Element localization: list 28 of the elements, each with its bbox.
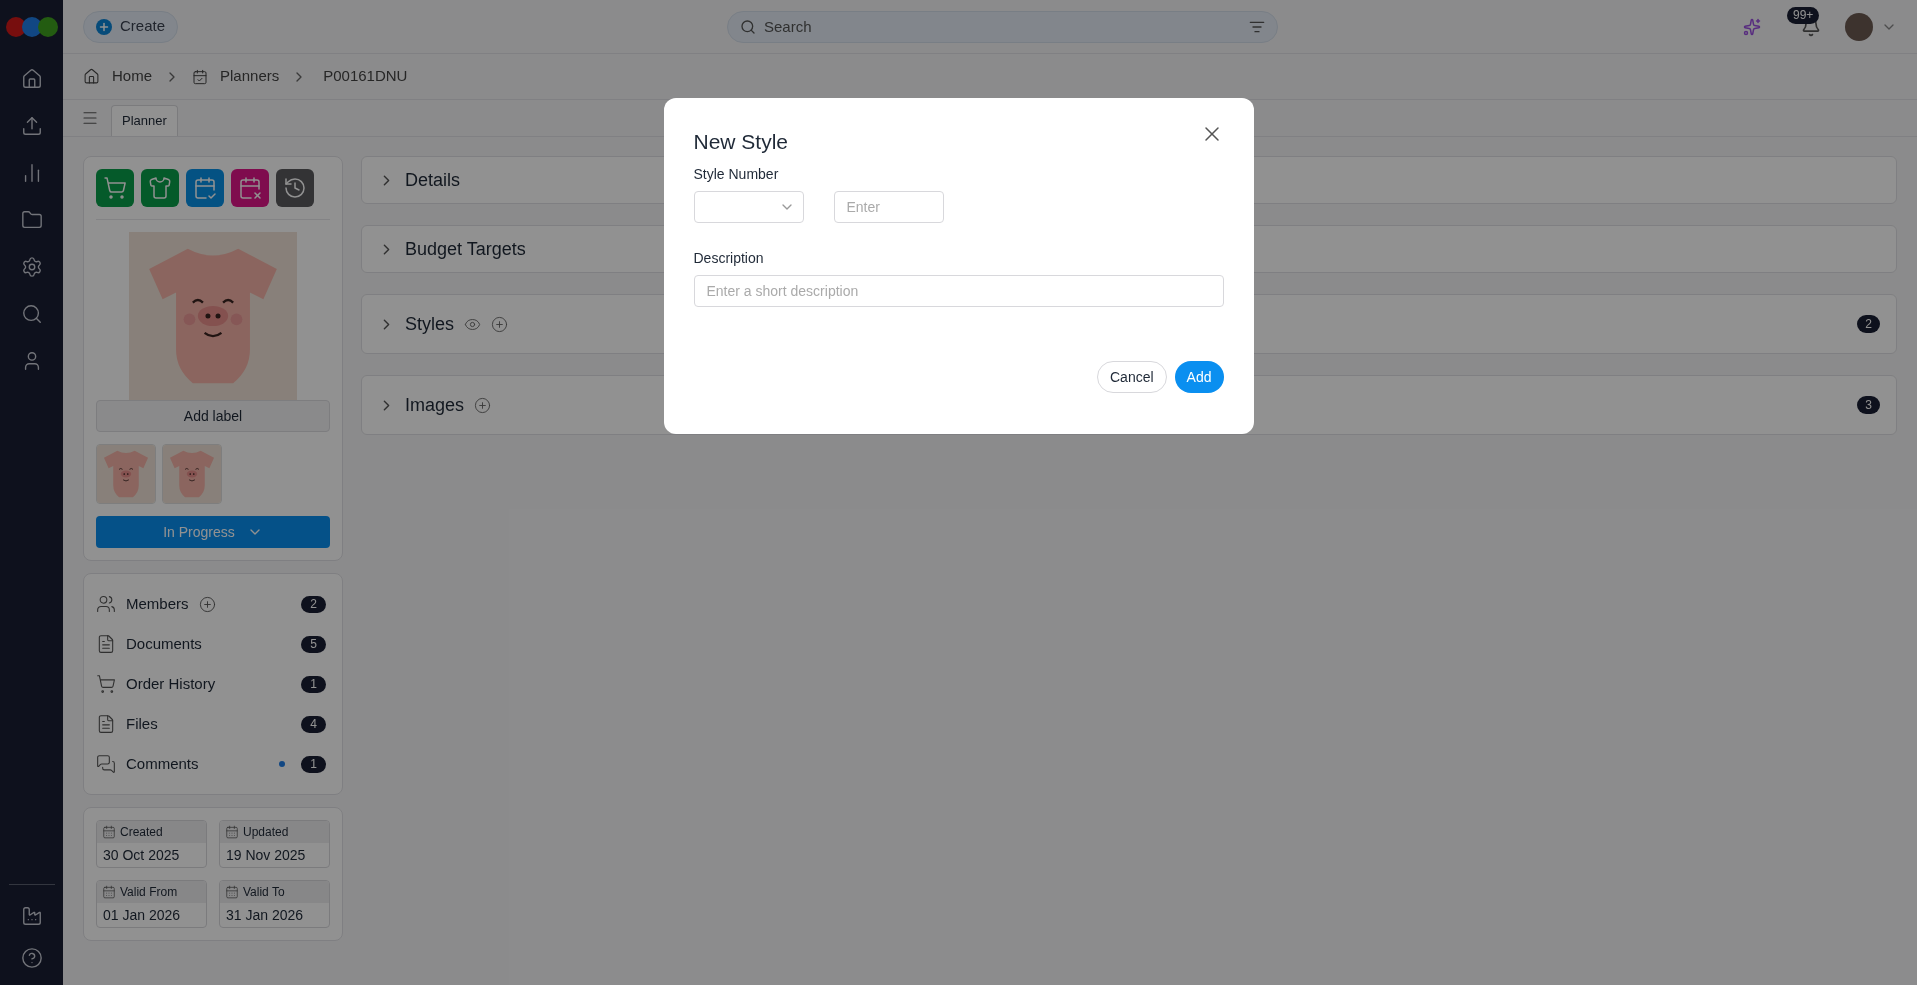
count-badge: 5 (301, 635, 326, 653)
count-badge: 3 (1857, 396, 1880, 414)
field-label: Description (693, 249, 765, 268)
date-value: 19 Nov 2025 (225, 845, 307, 865)
notification-count: 99+ (1787, 6, 1820, 24)
link-label: Comments (126, 753, 199, 774)
count-badge: 4 (301, 715, 326, 733)
section-title: Budget Targets (405, 237, 526, 261)
link-label: Order History (126, 673, 216, 694)
date-label: Valid To (243, 884, 285, 901)
section-title: Details (405, 168, 461, 192)
link-label: Files (126, 713, 158, 734)
link-label: Members (126, 593, 189, 614)
section-title: Styles (405, 312, 455, 336)
count-badge: 1 (301, 755, 326, 773)
count-badge: 1 (301, 675, 326, 693)
dialog-title: New Style (693, 129, 789, 155)
section-title: Images (405, 393, 465, 417)
field-label: Style Number (693, 165, 780, 184)
count-badge: 2 (1857, 315, 1880, 333)
date-label: Created (120, 824, 163, 841)
date-label: Valid From (120, 884, 178, 901)
count-badge: 2 (301, 595, 326, 613)
date-label: Updated (243, 824, 289, 841)
date-value: 31 Jan 2026 (225, 905, 305, 925)
link-label: Documents (126, 633, 202, 654)
date-value: 01 Jan 2026 (102, 905, 182, 925)
date-value: 30 Oct 2025 (102, 845, 181, 865)
